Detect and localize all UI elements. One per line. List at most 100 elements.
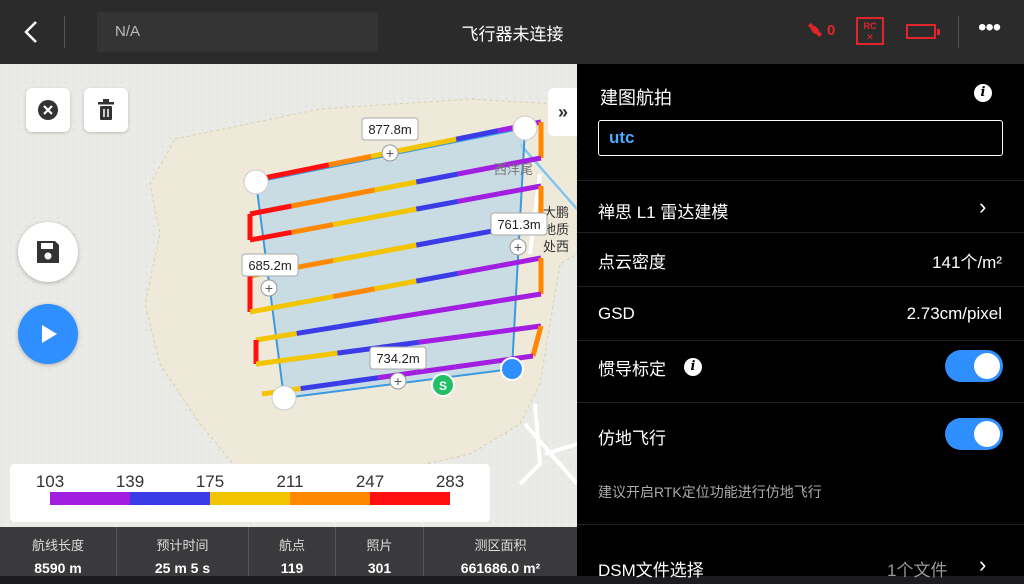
divider [958,16,959,48]
terrain-follow-toggle[interactable] [945,418,1003,450]
mission-name-input[interactable]: utc [598,120,1003,156]
satellite-count: 0 [827,21,836,39]
divider [577,524,1024,525]
gsd-label: GSD [598,304,635,323]
mission-settings-panel: 建图航拍 i utc 禅思 L1 雷达建模 › 点云密度 141个/m² GSD… [577,64,1024,580]
imu-label: 惯导标定 [598,360,666,379]
satellite-indicator[interactable]: 0 [805,20,835,40]
info-icon[interactable]: i [974,84,992,102]
end-point-marker[interactable] [500,357,524,381]
add-point-icon[interactable]: + [389,372,407,390]
chevron-right-icon: › [979,552,987,577]
map-view[interactable]: S + + + + 西洋尾 大鹏 地质 处西 877.8m 761.3m 685… [0,64,577,527]
svg-text:685.2m: 685.2m [248,258,291,273]
stat-value: 8590 m [34,560,82,576]
terrain-follow-row: 仿地飞行 [577,414,1024,458]
place-label: 西洋尾 [494,162,533,177]
payload-selector[interactable]: 禅思 L1 雷达建模 › [577,184,1024,232]
point-cloud-density-legend: 103 139 175 211 247 283 [10,464,490,522]
stat-value: 661686.0 m² [460,560,541,576]
divider [577,286,1024,287]
save-button[interactable] [18,222,78,282]
satellite-icon [807,22,823,38]
battery-icon[interactable] [906,24,940,39]
legend-color-bar [50,492,450,505]
dsm-label: DSM文件选择 [598,561,704,580]
legend-tick: 175 [195,472,225,491]
legend-tick: 283 [435,472,465,491]
vertex-handle[interactable] [243,169,269,195]
svg-text:761.3m: 761.3m [497,217,540,232]
divider [577,232,1024,233]
mission-stats-bar: 航线长度 8590 m 预计时间 25 m 5 s 航点 119 照片 301 测区面积… [0,527,577,576]
imu-calibration-row: 惯导标定 i [577,342,1024,392]
terrain-label: 仿地飞行 [598,429,666,448]
stat-label: 航线长度 [31,538,84,553]
legend-color-segment [370,492,450,505]
legend-color-segment [290,492,370,505]
stat-value: 301 [367,560,392,576]
imu-calibration-toggle[interactable] [945,350,1003,382]
divider [577,402,1024,403]
svg-text:+: + [394,373,402,389]
stat-estimated-time: 预计时间 25 m 5 s [117,527,249,576]
more-menu-icon[interactable]: ••• [978,14,1001,42]
legend-color-segment [50,492,130,505]
stat-value: 119 [280,560,304,576]
stat-label: 预计时间 [156,538,209,553]
divider [577,340,1024,341]
add-point-icon[interactable]: + [381,144,399,162]
legend-tick: 103 [35,472,65,491]
vertex-handle[interactable] [512,115,538,141]
svg-text:734.2m: 734.2m [376,351,419,366]
save-icon [37,241,59,263]
divider [577,180,1024,181]
collapse-panel-icon[interactable]: » [548,88,577,136]
distance-label-bottom: 734.2m [369,346,427,370]
vertex-handle[interactable] [271,385,297,411]
legend-tick: 139 [115,472,145,491]
connection-status-title: 飞行器未连接 [461,25,564,44]
divider [64,16,65,48]
hint-text: 建议开启RTK定位功能进行仿地飞行 [598,484,822,500]
play-icon [42,325,57,343]
density-label: 点云密度 [598,253,666,272]
stat-survey-area: 测区面积 661686.0 m² [424,527,577,576]
dsm-value: 1个文件 [887,561,948,580]
add-point-icon[interactable]: + [509,238,527,256]
add-point-icon[interactable]: + [260,279,278,297]
map-canvas[interactable]: S + + + + 西洋尾 大鹏 地质 处西 877.8m 761.3m 685… [0,64,577,527]
status-box: N/A [97,12,378,52]
stat-value: 25 m 5 s [154,560,211,576]
start-marker-label: S [439,379,447,393]
svg-text:+: + [514,239,522,255]
back-arrow-icon[interactable] [18,18,46,46]
svg-text:+: + [265,280,273,296]
trash-icon [98,99,114,120]
close-circle-icon [38,100,58,120]
rc-label: RC [863,21,877,31]
top-bar: N/A 飞行器未连接 0 RC ✕ ••• [0,0,1024,64]
density-value: 141个/m² [932,253,1002,272]
start-mission-button[interactable] [18,304,78,364]
stat-label: 测区面积 [474,538,527,553]
gsd-value: 2.73cm/pixel [906,304,1002,323]
chevron-right-icon: › [979,194,987,219]
legend-color-segment [210,492,290,505]
stat-route-length: 航线长度 8590 m [0,527,117,576]
dsm-file-selector[interactable]: DSM文件选择 1个文件 › [577,552,1024,584]
legend-labels: 103 139 175 211 247 283 [10,472,490,492]
stat-photos: 照片 301 [336,527,424,576]
payload-label: 禅思 L1 雷达建模 [598,203,729,222]
distance-label-top: 877.8m [361,117,419,141]
delete-button[interactable] [84,88,128,132]
legend-tick: 211 [276,472,304,491]
svg-text:877.8m: 877.8m [368,122,411,137]
info-icon[interactable]: i [684,358,702,376]
stat-label: 照片 [366,538,393,553]
svg-text:+: + [386,145,394,161]
close-button[interactable] [26,88,70,132]
panel-title: 建图航拍 [600,88,672,108]
legend-tick: 247 [355,472,385,491]
remote-controller-icon[interactable]: RC ✕ [856,17,884,45]
